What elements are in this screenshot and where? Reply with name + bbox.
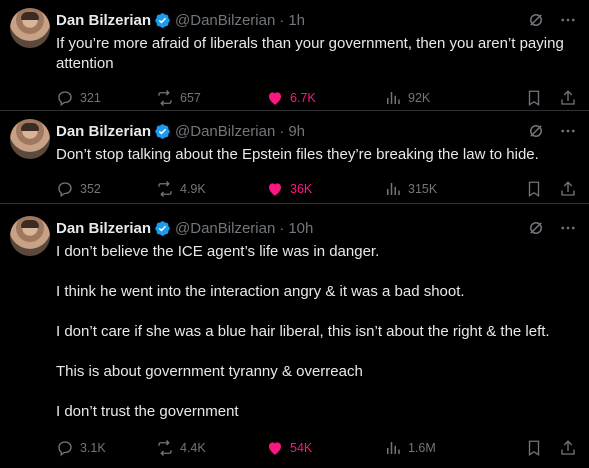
separator-dot: · [279, 219, 285, 237]
reply-button[interactable]: 321 [56, 89, 156, 107]
tweet[interactable]: Dan Bilzerian @DanBilzerian · 9h Don’t s… [0, 111, 589, 204]
views-button[interactable]: 315K [384, 180, 500, 198]
tweet-paragraph: This is about government tyranny & overr… [56, 363, 363, 380]
more-options-icon[interactable] [559, 11, 577, 29]
like-count: 36K [290, 182, 313, 196]
heart-icon [269, 183, 281, 196]
repost-icon [158, 90, 172, 106]
tweet-actions: 352 4.9K 36K 315K [56, 173, 589, 205]
avatar[interactable] [10, 119, 50, 159]
grok-icon[interactable] [527, 11, 545, 29]
reply-count: 352 [80, 182, 101, 196]
views-icon [387, 442, 400, 454]
separator-dot: · [279, 122, 285, 140]
repost-icon [158, 440, 172, 456]
tweet-header: Dan Bilzerian @DanBilzerian · 1h [56, 6, 589, 30]
like-button[interactable]: 54K [266, 439, 384, 457]
tweet[interactable]: Dan Bilzerian @DanBilzerian · 1h If you’… [0, 0, 589, 111]
repost-button[interactable]: 4.9K [156, 180, 266, 198]
repost-count: 4.9K [180, 182, 206, 196]
views-button[interactable]: 1.6M [384, 439, 500, 457]
tweet-paragraph: I don’t care if she was a blue hair libe… [56, 323, 550, 340]
like-button[interactable]: 36K [266, 180, 384, 198]
bookmark-icon[interactable] [525, 89, 543, 107]
more-options-icon[interactable] [559, 219, 577, 237]
reply-count: 3.1K [80, 441, 106, 455]
grok-icon[interactable] [527, 122, 545, 140]
like-count: 6.7K [290, 91, 316, 105]
reply-icon [58, 441, 72, 457]
verified-badge-icon [155, 12, 170, 28]
reply-count: 321 [80, 91, 101, 105]
like-count: 54K [290, 441, 313, 455]
share-icon[interactable] [559, 180, 577, 198]
tweet-secondary-actions [525, 439, 577, 457]
timestamp[interactable]: 1h [288, 12, 305, 29]
tweet-actions: 321 657 6.7K 92K [56, 82, 589, 114]
tweet-text: If you’re more afraid of liberals than y… [56, 34, 589, 74]
more-options-icon[interactable] [559, 122, 577, 140]
avatar[interactable] [10, 8, 50, 48]
avatar[interactable] [10, 216, 50, 256]
repost-count: 657 [180, 91, 201, 105]
tweet[interactable]: Dan Bilzerian @DanBilzerian · 10h I don’… [0, 204, 589, 468]
heart-icon [269, 442, 281, 455]
author-name[interactable]: Dan Bilzerian [56, 12, 151, 29]
like-button[interactable]: 6.7K [266, 89, 384, 107]
tweet-paragraph: I don’t trust the government [56, 403, 239, 420]
share-icon[interactable] [559, 89, 577, 107]
reply-icon [58, 182, 72, 198]
repost-button[interactable]: 4.4K [156, 439, 266, 457]
repost-icon [158, 181, 172, 197]
separator-dot: · [279, 11, 285, 29]
author-name[interactable]: Dan Bilzerian [56, 220, 151, 237]
grok-icon[interactable] [527, 219, 545, 237]
tweet-paragraph: I don’t believe the ICE agent’s life was… [56, 243, 380, 260]
repost-button[interactable]: 657 [156, 89, 266, 107]
tweet-secondary-actions [525, 89, 577, 107]
author-name[interactable]: Dan Bilzerian [56, 123, 151, 140]
reply-button[interactable]: 3.1K [56, 439, 156, 457]
views-icon [387, 92, 400, 104]
heart-icon [269, 92, 281, 105]
tweet-paragraph: If you’re more afraid of liberals than y… [56, 35, 564, 72]
tweet-paragraph: I think he went into the interaction ang… [56, 283, 465, 300]
author-handle[interactable]: @DanBilzerian [175, 123, 275, 140]
share-icon[interactable] [559, 439, 577, 457]
verified-badge-icon [155, 123, 170, 139]
verified-badge-icon [155, 220, 170, 236]
views-count: 92K [408, 91, 431, 105]
tweet-actions: 3.1K 4.4K 54K 1.6M [56, 432, 589, 464]
views-icon [387, 183, 400, 195]
tweet-secondary-actions [525, 180, 577, 198]
tweet-header: Dan Bilzerian @DanBilzerian · 10h [56, 214, 589, 238]
timestamp[interactable]: 9h [288, 123, 305, 140]
repost-count: 4.4K [180, 441, 206, 455]
tweet-text: I don’t believe the ICE agent’s life was… [56, 242, 589, 422]
author-handle[interactable]: @DanBilzerian [175, 220, 275, 237]
views-count: 315K [408, 182, 438, 196]
reply-button[interactable]: 352 [56, 180, 156, 198]
views-count: 1.6M [408, 441, 436, 455]
tweet-paragraph: Don’t stop talking about the Epstein fil… [56, 146, 539, 163]
tweet-text: Don’t stop talking about the Epstein fil… [56, 145, 589, 165]
views-button[interactable]: 92K [384, 89, 500, 107]
bookmark-icon[interactable] [525, 439, 543, 457]
timestamp[interactable]: 10h [288, 220, 313, 237]
bookmark-icon[interactable] [525, 180, 543, 198]
reply-icon [58, 91, 72, 107]
tweet-header: Dan Bilzerian @DanBilzerian · 9h [56, 117, 589, 141]
author-handle[interactable]: @DanBilzerian [175, 12, 275, 29]
